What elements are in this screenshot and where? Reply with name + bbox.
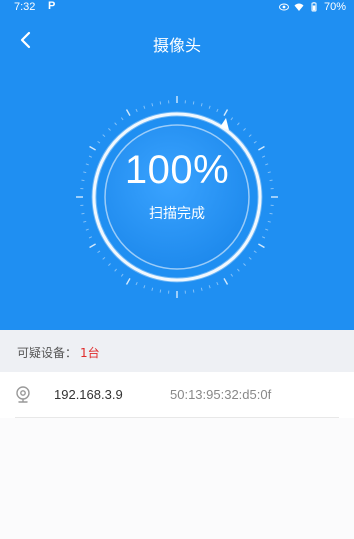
dial-tick — [192, 289, 195, 293]
dial-tick — [208, 105, 211, 109]
status-right: 70% — [278, 1, 346, 13]
dial-tick — [120, 117, 124, 121]
summary-count: 1台 — [80, 346, 100, 360]
dial-tick — [85, 228, 89, 231]
dial-tick — [243, 128, 246, 131]
dial-tick — [216, 281, 219, 286]
scan-percent: 100% — [124, 148, 230, 192]
dial-tick — [102, 134, 106, 137]
device-mac: 50:13:95:32:d5:0f — [170, 387, 272, 402]
summary-label: 可疑设备： — [17, 346, 78, 360]
dial-tick — [143, 105, 146, 109]
page-title: 摄像头 — [152, 36, 201, 55]
dial-tick — [192, 101, 195, 105]
dial-tick — [97, 140, 101, 144]
dial-tick — [108, 263, 111, 266]
battery-level: 70% — [323, 1, 346, 13]
dial-tick — [248, 134, 252, 137]
content-background — [0, 418, 354, 539]
dial-tick — [88, 236, 93, 239]
notification-icon: P — [48, 0, 56, 12]
dial-tick — [237, 122, 240, 126]
dial-tick — [261, 236, 266, 239]
scan-status-text: 扫描完成 — [149, 206, 205, 222]
dial-tick — [243, 263, 246, 266]
dial-tick — [151, 103, 154, 107]
dial-tick — [230, 117, 234, 121]
dial-tick — [200, 103, 203, 107]
dial-tick — [97, 250, 101, 254]
dial-tick — [216, 108, 219, 113]
dial-tick — [258, 243, 265, 249]
dial-tick — [108, 128, 111, 131]
dial-tick — [265, 228, 269, 231]
suspicious-devices-summary: 可疑设备： 1台 — [0, 330, 354, 372]
dial-tick — [159, 101, 162, 105]
status-bar: 7:32 P 70% — [0, 0, 354, 18]
dial-tick — [248, 257, 252, 260]
status-time: 7:32 — [14, 1, 36, 13]
dial-tick — [135, 281, 138, 286]
device-list-item[interactable]: 192.168.3.9 50:13:95:32:d5:0f — [0, 372, 354, 418]
scan-panel: 7:32 P 70% 摄像头 100% 扫描完成 — [0, 0, 354, 330]
scan-progress-dial — [76, 96, 278, 298]
camera-icon — [16, 386, 30, 403]
dial-tick — [151, 287, 154, 291]
dial-tick — [120, 273, 124, 277]
battery-icon — [311, 2, 317, 12]
eye-icon — [278, 3, 289, 11]
device-ip: 192.168.3.9 — [54, 387, 123, 402]
dial-tick — [253, 250, 257, 254]
dial-tick — [114, 268, 117, 272]
dial-tick — [223, 278, 229, 285]
dial-tick — [230, 273, 234, 277]
inner-disc — [104, 124, 250, 270]
dial-tick — [89, 243, 96, 249]
dial-tick — [125, 278, 131, 285]
dial-tick — [200, 287, 203, 291]
dial-tick — [143, 285, 146, 289]
dial-tick — [114, 122, 117, 126]
dial-tick — [102, 257, 106, 260]
dial-tick — [125, 109, 131, 116]
dial-tick — [159, 289, 162, 293]
dial-tick — [237, 268, 240, 272]
dial-tick — [208, 285, 211, 289]
wifi-icon — [294, 3, 304, 11]
dial-tick — [253, 140, 257, 144]
dial-tick — [223, 109, 229, 116]
dial-tick — [135, 108, 138, 113]
